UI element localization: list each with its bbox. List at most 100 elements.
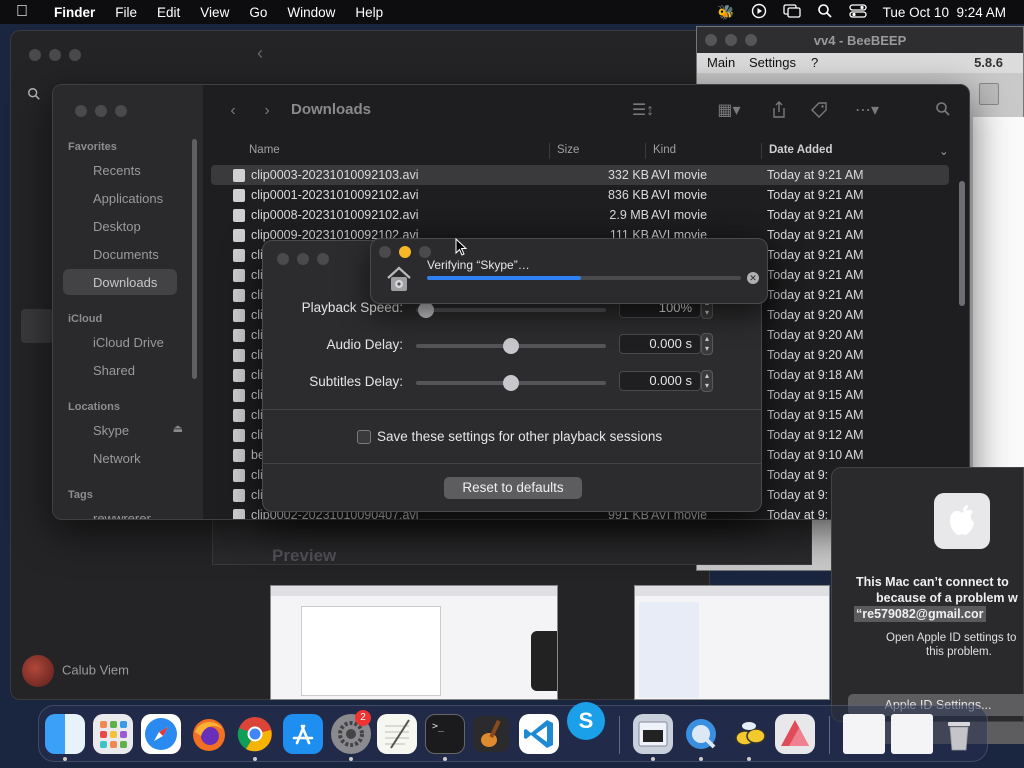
sidebar-item-shared[interactable]: Shared bbox=[63, 357, 177, 383]
zoom-icon[interactable] bbox=[419, 246, 431, 258]
minimize-icon[interactable] bbox=[95, 105, 107, 117]
preview-thumbnail-1[interactable] bbox=[270, 585, 558, 700]
sidebar-item-applications[interactable]: Applications bbox=[63, 185, 177, 211]
control-center-icon[interactable] bbox=[849, 3, 867, 22]
reset-defaults-button[interactable]: Reset to defaults bbox=[444, 477, 582, 499]
search-icon[interactable] bbox=[27, 87, 41, 104]
table-row[interactable]: clip0003-20231010092103.avi 332 KB AVI mov… bbox=[211, 165, 949, 185]
beebeep-icon[interactable] bbox=[729, 714, 769, 754]
slider-knob[interactable] bbox=[503, 338, 519, 354]
screen-mirroring-icon[interactable] bbox=[783, 3, 801, 22]
sidebar-item-label: iCloud Drive bbox=[93, 334, 164, 350]
sort-chevron-icon[interactable]: ⌄ bbox=[939, 144, 949, 158]
list-view-icon[interactable]: ☰↕ bbox=[625, 101, 661, 121]
minimize-icon[interactable] bbox=[49, 49, 61, 61]
close-icon[interactable] bbox=[379, 246, 391, 258]
trash-icon[interactable] bbox=[939, 714, 979, 754]
textedit-icon[interactable] bbox=[377, 714, 417, 754]
user-account[interactable]: Calub Viem bbox=[22, 655, 129, 687]
subtitles-delay-field[interactable]: 0.000 s bbox=[619, 371, 701, 391]
safari-icon[interactable] bbox=[141, 714, 181, 754]
quicktime-icon[interactable] bbox=[681, 714, 721, 754]
column-name[interactable]: Name bbox=[249, 144, 280, 156]
zoom-icon[interactable] bbox=[115, 105, 127, 117]
menu-view[interactable]: View bbox=[190, 5, 239, 20]
back-chevron-icon[interactable]: ‹ bbox=[257, 43, 263, 64]
share-icon[interactable] bbox=[769, 101, 789, 121]
trash-icon[interactable] bbox=[979, 83, 999, 105]
search-icon[interactable] bbox=[933, 101, 953, 121]
chrome-icon[interactable] bbox=[235, 714, 275, 754]
column-size[interactable]: Size bbox=[557, 144, 579, 156]
close-icon[interactable] bbox=[277, 253, 289, 265]
menu-file[interactable]: File bbox=[105, 5, 147, 20]
close-icon[interactable] bbox=[29, 49, 41, 61]
sidebar-item-recents[interactable]: Recents bbox=[63, 157, 177, 183]
sidebar-item-tag[interactable]: rewwrerer bbox=[63, 505, 177, 520]
zoom-icon[interactable] bbox=[69, 49, 81, 61]
garageband-icon[interactable] bbox=[471, 714, 511, 754]
shared-folder-icon bbox=[71, 363, 85, 377]
slider-knob[interactable] bbox=[503, 375, 519, 391]
slider-knob[interactable] bbox=[418, 302, 434, 318]
app-store-icon[interactable] bbox=[283, 714, 323, 754]
menubar-clock[interactable]: Tue Oct 10 9:24 AM bbox=[883, 5, 1006, 20]
audio-delay-stepper[interactable]: ▴ ▾ bbox=[701, 333, 713, 355]
play-status-icon[interactable] bbox=[751, 3, 767, 22]
sidebar-item-desktop[interactable]: Desktop bbox=[63, 213, 177, 239]
group-icon[interactable]: ▦▾ bbox=[711, 101, 747, 121]
sidebar-item-label: Recents bbox=[93, 162, 141, 178]
preview-icon[interactable] bbox=[633, 714, 673, 754]
menu-help[interactable]: Help bbox=[345, 5, 393, 20]
subtitles-delay-slider[interactable] bbox=[416, 375, 606, 391]
beebeep-menu-help[interactable]: ? bbox=[811, 55, 818, 70]
table-row[interactable]: clip0008-20231010092102.avi 2.9 MB AVI mov… bbox=[211, 205, 949, 225]
beebeep-menu-main[interactable]: Main bbox=[707, 55, 735, 70]
firefox-icon[interactable] bbox=[189, 714, 229, 754]
vscode-icon[interactable] bbox=[519, 714, 559, 754]
minimize-icon[interactable] bbox=[399, 246, 411, 258]
beebeep-status-icon[interactable]: 🐝 bbox=[717, 4, 734, 21]
spotlight-search-icon[interactable] bbox=[817, 3, 833, 22]
sidebar-item-skype[interactable]: Skype ⏏ bbox=[63, 417, 183, 443]
back-icon[interactable]: ‹ bbox=[223, 101, 243, 121]
beebeep-menu-settings[interactable]: Settings bbox=[749, 55, 796, 70]
sidebar-item-network[interactable]: Network bbox=[63, 445, 177, 471]
skype-icon[interactable]: S bbox=[567, 702, 605, 740]
sidebar-scrollbar[interactable] bbox=[192, 139, 197, 379]
preview-thumbnail-2[interactable] bbox=[634, 585, 830, 700]
sidebar-item-documents[interactable]: Documents bbox=[63, 241, 177, 267]
subtitles-delay-stepper[interactable]: ▴ ▾ bbox=[701, 370, 713, 392]
finder-icon[interactable] bbox=[45, 714, 85, 754]
column-kind[interactable]: Kind bbox=[653, 144, 676, 156]
terminal-icon[interactable]: >_ bbox=[425, 714, 465, 754]
forward-icon[interactable]: › bbox=[257, 101, 277, 121]
minimized-window-thumbnail[interactable] bbox=[843, 714, 885, 754]
apple-menu-icon[interactable]:  bbox=[0, 3, 44, 21]
column-date-added[interactable]: Date Added bbox=[769, 144, 832, 156]
sidebar-item-icloud-drive[interactable]: iCloud Drive bbox=[63, 329, 177, 355]
eject-icon[interactable]: ⏏ bbox=[173, 422, 183, 435]
close-icon[interactable] bbox=[75, 105, 87, 117]
cancel-verify-icon[interactable]: ✕ bbox=[747, 272, 759, 284]
tag-icon[interactable] bbox=[809, 101, 829, 121]
audio-delay-field[interactable]: 0.000 s bbox=[619, 334, 701, 354]
affinity-app-icon[interactable] bbox=[775, 714, 815, 754]
menu-app-name[interactable]: Finder bbox=[44, 5, 105, 20]
zoom-icon[interactable] bbox=[317, 253, 329, 265]
sidebar-item-downloads[interactable]: Downloads bbox=[63, 269, 177, 295]
file-list-scrollbar[interactable] bbox=[959, 181, 965, 306]
table-row[interactable]: clip0001-20231010092102.avi 836 KB AVI mov… bbox=[211, 185, 949, 205]
minimized-window-thumbnail[interactable] bbox=[891, 714, 933, 754]
playback-speed-slider[interactable] bbox=[416, 302, 606, 318]
minimize-icon[interactable] bbox=[297, 253, 309, 265]
menu-window[interactable]: Window bbox=[277, 5, 345, 20]
file-date: Today at 9:21 AM bbox=[767, 188, 864, 202]
audio-delay-slider[interactable] bbox=[416, 338, 606, 354]
file-date: Today at 9:15 AM bbox=[767, 388, 864, 402]
menu-go[interactable]: Go bbox=[239, 5, 277, 20]
more-actions-icon[interactable]: ⋯▾ bbox=[849, 101, 885, 121]
save-settings-checkbox[interactable] bbox=[357, 430, 371, 444]
menu-edit[interactable]: Edit bbox=[147, 5, 190, 20]
launchpad-icon[interactable] bbox=[93, 714, 133, 754]
